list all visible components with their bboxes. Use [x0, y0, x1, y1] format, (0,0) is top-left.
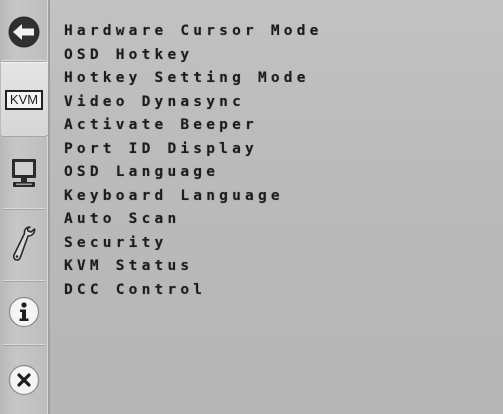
back-button[interactable]: [0, 12, 48, 52]
menu-item-osd-hotkey[interactable]: OSD Hotkey: [64, 44, 323, 68]
sidebar-divider: [2, 344, 46, 345]
info-icon: [8, 296, 40, 328]
settings-menu: Hardware Cursor Mode OSD Hotkey Hotkey S…: [64, 20, 323, 302]
menu-item-video-dynasync[interactable]: Video Dynasync: [64, 91, 323, 115]
menu-item-port-id-display[interactable]: Port ID Display: [64, 138, 323, 162]
sidebar-divider: [2, 280, 46, 281]
back-arrow-icon: [8, 16, 40, 48]
sidebar: KVM: [0, 0, 50, 414]
sidebar-divider: [2, 60, 46, 61]
menu-item-keyboard-language[interactable]: Keyboard Language: [64, 185, 323, 209]
close-button[interactable]: [0, 358, 48, 402]
menu-item-dcc-control[interactable]: DCC Control: [64, 279, 323, 303]
info-tab[interactable]: [0, 290, 48, 334]
menu-item-hardware-cursor-mode[interactable]: Hardware Cursor Mode: [64, 20, 323, 44]
menu-item-auto-scan[interactable]: Auto Scan: [64, 208, 323, 232]
menu-item-activate-beeper[interactable]: Activate Beeper: [64, 114, 323, 138]
monitor-tab[interactable]: [0, 148, 48, 198]
sidebar-divider: [2, 208, 46, 209]
monitor-icon: [12, 159, 36, 187]
tools-tab[interactable]: [0, 216, 48, 272]
menu-item-security[interactable]: Security: [64, 232, 323, 256]
menu-item-osd-language[interactable]: OSD Language: [64, 161, 323, 185]
menu-item-kvm-status[interactable]: KVM Status: [64, 255, 323, 279]
osd-screen: KVM Hardware Cursor Mode OSD Hotkey Hotk…: [0, 0, 503, 414]
wrench-icon: [12, 226, 36, 261]
sidebar-divider: [2, 135, 46, 136]
kvm-tab[interactable]: KVM: [0, 80, 48, 120]
menu-item-hotkey-setting-mode[interactable]: Hotkey Setting Mode: [64, 67, 323, 91]
kvm-icon: KVM: [4, 90, 44, 110]
close-icon: [8, 364, 40, 396]
